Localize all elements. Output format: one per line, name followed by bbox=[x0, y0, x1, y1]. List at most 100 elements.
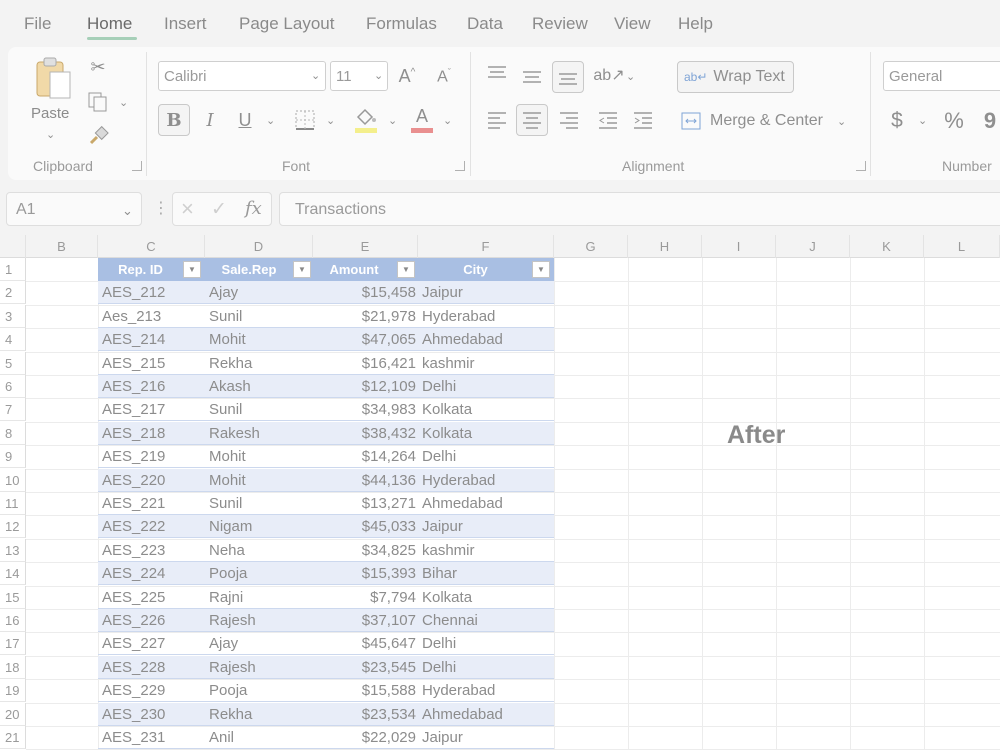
cell-sale-rep[interactable]: Ajay bbox=[209, 281, 309, 304]
cell-amount[interactable]: $15,393 bbox=[313, 562, 416, 585]
cell-rep-id[interactable]: AES_224 bbox=[102, 562, 202, 585]
cancel-icon[interactable]: × bbox=[181, 196, 194, 222]
row-header[interactable]: 12 bbox=[0, 515, 26, 539]
formula-input[interactable]: Transactions bbox=[279, 192, 1000, 226]
cell-city[interactable]: Hyderabad bbox=[422, 305, 552, 328]
cell-sale-rep[interactable]: Pooja bbox=[209, 562, 309, 585]
row-header[interactable]: 11 bbox=[0, 492, 26, 515]
menu-review[interactable]: Review bbox=[532, 14, 588, 34]
cell-sale-rep[interactable]: Mohit bbox=[209, 445, 309, 468]
cell-city[interactable]: Kolkata bbox=[422, 422, 552, 445]
cell-rep-id[interactable]: AES_223 bbox=[102, 539, 202, 562]
column-header[interactable]: G bbox=[554, 235, 628, 258]
row-header[interactable]: 4 bbox=[0, 328, 26, 352]
cell-rep-id[interactable]: AES_221 bbox=[102, 492, 202, 515]
cell-amount[interactable]: $44,136 bbox=[313, 469, 416, 492]
cell-sale-rep[interactable]: Rekha bbox=[209, 703, 309, 726]
cell-rep-id[interactable]: AES_226 bbox=[102, 609, 202, 632]
cell-city[interactable]: Kolkata bbox=[422, 398, 552, 421]
cell-amount[interactable]: $23,545 bbox=[313, 656, 416, 679]
cell-amount[interactable]: $37,107 bbox=[313, 609, 416, 632]
header-rep-id[interactable]: Rep. ID bbox=[98, 258, 183, 281]
decrease-indent-button[interactable] bbox=[595, 106, 621, 134]
header-sale-rep[interactable]: Sale.Rep bbox=[205, 258, 293, 281]
column-header[interactable]: H bbox=[628, 235, 702, 258]
currency-button[interactable]: $ bbox=[886, 106, 908, 136]
column-header[interactable]: I bbox=[702, 235, 776, 258]
cell-rep-id[interactable]: AES_220 bbox=[102, 469, 202, 492]
cell-amount[interactable]: $21,978 bbox=[313, 305, 416, 328]
cell-sale-rep[interactable]: Rekha bbox=[209, 352, 309, 375]
cell-amount[interactable]: $15,458 bbox=[313, 281, 416, 304]
cell-rep-id[interactable]: AES_212 bbox=[102, 281, 202, 304]
cell-amount[interactable]: $12,109 bbox=[313, 375, 416, 398]
orientation-chevron-icon[interactable]: ⌄ bbox=[626, 70, 635, 83]
menu-page-layout[interactable]: Page Layout bbox=[239, 14, 334, 34]
row-header[interactable]: 6 bbox=[0, 375, 26, 398]
row-header[interactable]: 9 bbox=[0, 445, 26, 469]
cell-sale-rep[interactable]: Rakesh bbox=[209, 422, 309, 445]
fill-color-button[interactable] bbox=[352, 104, 380, 136]
increase-indent-button[interactable] bbox=[630, 106, 656, 134]
underline-chevron-icon[interactable]: ⌄ bbox=[266, 114, 275, 127]
column-header[interactable]: J bbox=[776, 235, 850, 258]
row-header[interactable]: 18 bbox=[0, 655, 26, 679]
cell-amount[interactable]: $47,065 bbox=[313, 328, 416, 351]
font-launcher-icon[interactable] bbox=[455, 161, 465, 171]
row-header[interactable]: 19 bbox=[0, 679, 26, 703]
menu-insert[interactable]: Insert bbox=[164, 14, 207, 34]
insert-function-icon[interactable]: fx bbox=[245, 198, 262, 219]
cell-rep-id[interactable]: AES_231 bbox=[102, 726, 202, 749]
row-header[interactable]: 17 bbox=[0, 632, 26, 656]
cell-amount[interactable]: $23,534 bbox=[313, 703, 416, 726]
cell-amount[interactable]: $34,983 bbox=[313, 398, 416, 421]
row-header[interactable]: 20 bbox=[0, 702, 26, 726]
select-all-corner[interactable] bbox=[0, 235, 26, 258]
number-format-dropdown[interactable]: General bbox=[883, 61, 1000, 91]
cell-rep-id[interactable]: AES_227 bbox=[102, 632, 202, 655]
cell-amount[interactable]: $15,588 bbox=[313, 679, 416, 702]
cell-city[interactable]: Jaipur bbox=[422, 281, 552, 304]
bold-button[interactable]: B bbox=[158, 104, 190, 136]
borders-button[interactable] bbox=[292, 106, 318, 134]
middle-align-button[interactable] bbox=[519, 62, 545, 90]
row-header[interactable]: 2 bbox=[0, 281, 26, 305]
menu-home[interactable]: Home bbox=[87, 14, 132, 34]
cell-city[interactable]: Delhi bbox=[422, 632, 552, 655]
row-header[interactable]: 15 bbox=[0, 585, 26, 609]
cell-rep-id[interactable]: AES_229 bbox=[102, 679, 202, 702]
currency-chevron-icon[interactable]: ⌄ bbox=[918, 114, 927, 127]
row-header[interactable]: 7 bbox=[0, 398, 26, 422]
cell-city[interactable]: kashmir bbox=[422, 352, 552, 375]
cell-amount[interactable]: $14,264 bbox=[313, 445, 416, 468]
fill-chevron-icon[interactable]: ⌄ bbox=[388, 114, 397, 127]
cell-amount[interactable]: $7,794 bbox=[313, 586, 416, 609]
align-left-button[interactable] bbox=[484, 106, 510, 134]
cell-rep-id[interactable]: AES_228 bbox=[102, 656, 202, 679]
font-color-button[interactable]: A bbox=[408, 104, 436, 136]
cell-city[interactable]: Delhi bbox=[422, 375, 552, 398]
cell-amount[interactable]: $38,432 bbox=[313, 422, 416, 445]
orientation-button[interactable]: ab↗ bbox=[593, 62, 624, 88]
font-size-dropdown[interactable]: 11 ⌄ bbox=[330, 61, 388, 91]
underline-button[interactable]: U bbox=[233, 104, 257, 136]
align-right-button[interactable] bbox=[556, 106, 582, 134]
paste-chevron-icon[interactable]: ⌄ bbox=[46, 128, 55, 141]
cell-rep-id[interactable]: AES_225 bbox=[102, 586, 202, 609]
cell-sale-rep[interactable]: Sunil bbox=[209, 305, 309, 328]
cell-sale-rep[interactable]: Pooja bbox=[209, 679, 309, 702]
menu-view[interactable]: View bbox=[614, 14, 651, 34]
menu-data[interactable]: Data bbox=[467, 14, 503, 34]
cell-amount[interactable]: $34,825 bbox=[313, 539, 416, 562]
font-color-chevron-icon[interactable]: ⌄ bbox=[443, 114, 452, 127]
cell-sale-rep[interactable]: Neha bbox=[209, 539, 309, 562]
column-header[interactable]: E bbox=[313, 235, 418, 258]
row-header[interactable]: 3 bbox=[0, 304, 26, 328]
row-header[interactable]: 8 bbox=[0, 421, 26, 445]
filter-dropdown-icon[interactable]: ▼ bbox=[532, 261, 550, 278]
cell-sale-rep[interactable]: Ajay bbox=[209, 632, 309, 655]
column-header[interactable]: C bbox=[98, 235, 205, 258]
cell-city[interactable]: Jaipur bbox=[422, 515, 552, 538]
cell-city[interactable]: Delhi bbox=[422, 445, 552, 468]
menu-formulas[interactable]: Formulas bbox=[366, 14, 437, 34]
